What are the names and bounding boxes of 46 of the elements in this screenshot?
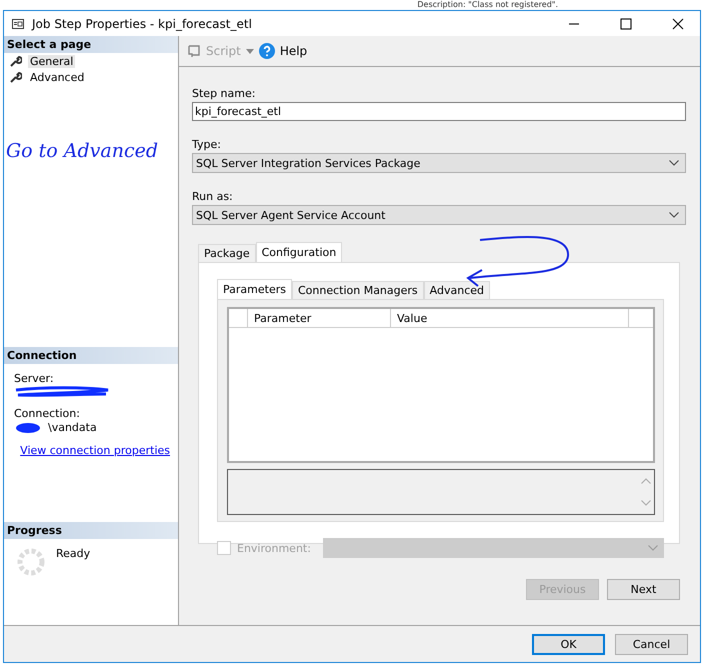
type-dropdown[interactable]: SQL Server Integration Services Package [192,153,686,173]
sidebar-item[interactable]: General [28,54,76,68]
dialog-button[interactable]: Cancel [615,634,688,654]
connection-properties-link[interactable]: View connection properties [20,444,170,456]
tab[interactable]: Advanced [424,281,490,299]
close-icon[interactable] [672,18,684,30]
nav-button[interactable]: Next [607,579,680,600]
scroll-down-icon[interactable] [640,500,650,506]
wrench-icon [10,55,22,67]
section-header: Select a page [4,36,178,53]
connection-label: Connection: [14,407,81,420]
handwritten-annotation: Go to Advanced [6,140,158,162]
window-icon [12,18,24,28]
section-header: Progress [4,522,178,539]
run-as-dropdown[interactable]: SQL Server Agent Service Account [192,205,686,225]
tab[interactable]: Package [198,244,256,262]
spinner-icon [16,547,46,577]
chevron-down-icon [648,545,658,551]
tab[interactable]: Connection Managers [292,281,424,299]
column-header: Parameter [248,309,391,327]
maximize-icon[interactable] [620,18,632,30]
field-label: Step name: [192,87,256,100]
script-icon[interactable] [187,44,201,58]
wrench-icon [10,71,22,83]
scroll-up-icon[interactable] [640,478,650,484]
section-header: Connection [4,347,178,364]
server-label: Server: [14,372,55,385]
field-label: Type: [192,138,221,151]
help-button[interactable]: Help [280,44,308,58]
column-header: Value [391,309,629,327]
dialog-button[interactable]: OK [532,634,605,654]
chevron-down-icon [669,160,679,166]
tab[interactable]: Parameters [217,279,292,299]
connection-value: \vandata [48,421,97,434]
redaction-scribble [14,422,42,434]
help-icon[interactable] [258,43,275,59]
chevron-down-icon [669,212,679,218]
caret-icon[interactable] [246,48,254,54]
environment-label: Environment: [237,542,312,554]
step-name-field[interactable]: kpi_forecast_etl [192,102,686,121]
progress-status: Ready [56,547,90,562]
field-label: Run as: [192,190,233,203]
sidebar-item[interactable]: Advanced [28,70,86,84]
window-title: Job Step Properties - kpi_forecast_etl [32,16,252,30]
tab[interactable]: Configuration [256,242,342,262]
background-text: Description: "Class not registered". [417,0,558,10]
